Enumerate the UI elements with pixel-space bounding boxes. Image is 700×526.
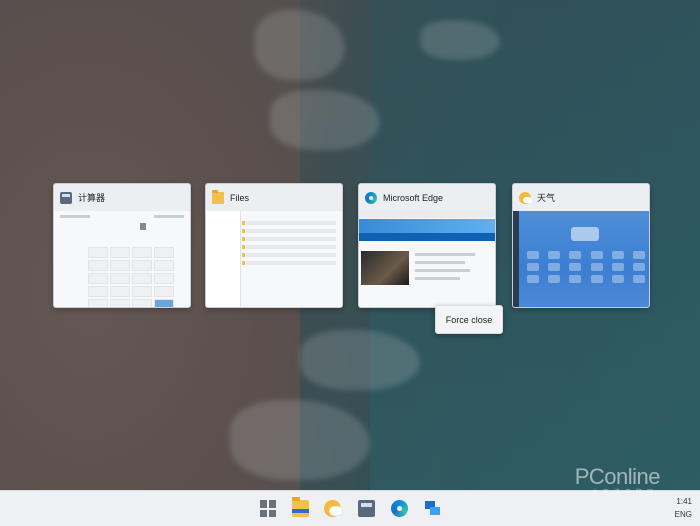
thumb-row — [242, 221, 336, 225]
thumb-keypad — [88, 247, 174, 307]
taskbar: PConline 太平洋电脑网 1:41 ENG — [0, 464, 700, 526]
thumb-forecast-row — [527, 275, 645, 283]
window-title: 计算器 — [78, 193, 106, 203]
folder-icon[interactable] — [292, 497, 309, 517]
weather-icon[interactable] — [324, 500, 342, 517]
thumb-text — [154, 215, 184, 218]
window-title: 天气 — [537, 193, 556, 203]
wallpaper-foam — [420, 20, 500, 60]
thumb-text — [415, 261, 465, 264]
thumb-forecast-row — [527, 251, 645, 259]
thumb-row — [242, 261, 336, 265]
thumb-sidebar — [206, 211, 241, 307]
edge-icon — [365, 191, 377, 204]
watermark-sub: 太平洋电脑网 — [591, 489, 658, 496]
thumb-row — [242, 245, 336, 249]
thumb-image — [361, 251, 409, 285]
window-thumbnail — [206, 211, 342, 307]
window-thumbnail — [54, 211, 190, 307]
window-title: Files — [230, 192, 250, 203]
thumb-sidebar — [513, 211, 519, 307]
folder-icon — [212, 189, 224, 204]
calculator-icon[interactable] — [358, 500, 375, 517]
clock-time: 1:41 — [676, 497, 692, 506]
system-tray[interactable]: 1:41 ENG — [675, 495, 692, 521]
card-header: Microsoft Edge — [359, 184, 495, 211]
thumb-text — [415, 253, 475, 256]
thumb-forecast-row — [527, 263, 645, 271]
card-header: Files — [206, 184, 342, 211]
thumb-tabbar — [359, 211, 495, 218]
task-view-card-calculator[interactable]: 计算器 — [53, 183, 191, 308]
task-view-card-weather[interactable]: 天气 — [512, 183, 650, 308]
window-thumbnail — [359, 211, 495, 307]
thumb-text — [415, 269, 470, 272]
store-icon[interactable] — [424, 500, 441, 517]
task-view-card-files[interactable]: Files — [205, 183, 343, 308]
input-language: ENG — [674, 510, 692, 519]
wallpaper-foam — [255, 10, 345, 80]
wallpaper-foam — [270, 90, 380, 150]
weather-icon — [519, 191, 532, 204]
calculator-icon — [60, 191, 72, 204]
wallpaper-foam — [230, 400, 370, 480]
force-close-menu-item[interactable]: Force close — [435, 305, 503, 334]
thumb-temperature — [571, 227, 599, 241]
thumb-banner — [359, 219, 495, 233]
thumb-text — [415, 277, 460, 280]
thumb-display — [140, 223, 146, 230]
edge-icon[interactable] — [391, 500, 408, 517]
task-view-card-edge[interactable]: Microsoft Edge — [358, 183, 496, 308]
thumb-background — [513, 211, 649, 307]
card-header: 天气 — [513, 184, 649, 211]
thumb-text — [60, 215, 90, 218]
thumb-row — [242, 237, 336, 241]
thumb-row — [242, 229, 336, 233]
window-title: Microsoft Edge — [383, 192, 444, 203]
thumb-nav — [359, 233, 495, 241]
start-icon[interactable] — [260, 500, 277, 517]
thumb-row — [242, 253, 336, 257]
card-header: 计算器 — [54, 184, 190, 211]
window-thumbnail — [513, 211, 649, 307]
